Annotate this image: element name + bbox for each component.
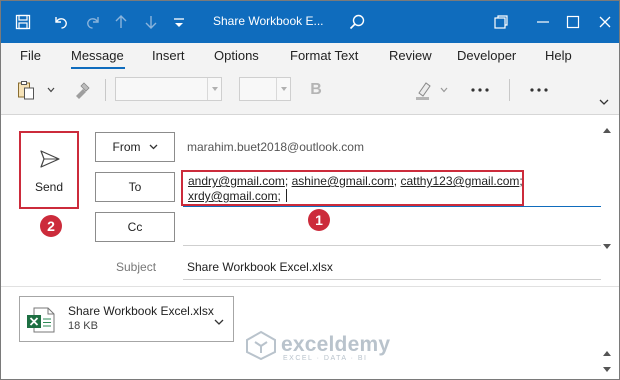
- exceldemy-logo-icon: [246, 330, 276, 360]
- body-scrollbar[interactable]: [598, 345, 618, 378]
- subject-field[interactable]: Share Workbook Excel.xlsx: [187, 260, 333, 274]
- scroll-up-icon[interactable]: [603, 128, 611, 133]
- to-field[interactable]: andry@gmail.com; ashine@gmail.com; catth…: [181, 170, 524, 206]
- window-title: Share Workbook E...: [213, 14, 324, 28]
- title-bar: Share Workbook E...: [1, 1, 619, 43]
- recipient-chip[interactable]: ashine@gmail.com: [292, 174, 394, 188]
- attachment-name: Share Workbook Excel.xlsx: [68, 304, 214, 318]
- tab-insert[interactable]: Insert: [152, 48, 185, 63]
- chevron-down-icon: [207, 78, 221, 100]
- recipient-line: xrdy@gmail.com;: [188, 189, 287, 203]
- chevron-down-icon: [149, 144, 157, 150]
- to-field-underline: [183, 206, 601, 207]
- send-icon: [39, 149, 61, 172]
- from-button[interactable]: From: [95, 132, 175, 162]
- chevron-down-icon[interactable]: [45, 83, 57, 97]
- paste-icon[interactable]: [15, 78, 37, 102]
- divider: [1, 286, 619, 287]
- from-label: From: [112, 140, 141, 154]
- collapse-icon[interactable]: [597, 96, 611, 108]
- watermark-tagline: EXCEL · DATA · BI: [283, 355, 368, 362]
- tab-file[interactable]: File: [20, 48, 41, 63]
- text-cursor: [285, 189, 287, 202]
- down-arrow-icon[interactable]: [139, 10, 163, 34]
- tab-review[interactable]: Review: [389, 48, 432, 63]
- highlight-icon[interactable]: [411, 78, 437, 102]
- recipient-line: andry@gmail.com; ashine@gmail.com; catth…: [188, 174, 523, 188]
- watermark-name: exceldemy: [281, 333, 391, 356]
- subject-underline: [183, 279, 601, 280]
- up-arrow-icon[interactable]: [109, 10, 133, 34]
- to-label: To: [128, 180, 142, 194]
- save-icon[interactable]: [11, 10, 35, 34]
- recipient-chip[interactable]: catthy123@gmail.com: [400, 174, 519, 188]
- ribbon: B: [1, 69, 619, 115]
- tab-format-text[interactable]: Format Text: [290, 48, 358, 63]
- step-marker-recipients: 1: [308, 209, 330, 231]
- cc-label: Cc: [127, 220, 143, 234]
- more-icon[interactable]: [528, 80, 550, 100]
- recipient-chip[interactable]: xrdy@gmail.com: [188, 189, 278, 203]
- recipient-chip[interactable]: andry@gmail.com: [188, 174, 285, 188]
- format-painter-icon[interactable]: [71, 79, 93, 101]
- send-label: Send: [34, 180, 64, 194]
- header-scrollbar[interactable]: [598, 124, 618, 254]
- redo-icon[interactable]: [81, 10, 105, 34]
- bold-icon[interactable]: B: [306, 79, 326, 101]
- ribbon-separator: [105, 79, 106, 101]
- ribbon-separator: [509, 79, 510, 101]
- watermark-logo: exceldemy EXCEL · DATA · BI: [245, 330, 391, 362]
- close-icon[interactable]: [593, 10, 617, 34]
- font-name-dropdown[interactable]: [115, 77, 222, 101]
- search-icon[interactable]: [345, 10, 369, 34]
- from-address: marahim.buet2018@outlook.com: [187, 140, 364, 154]
- tab-help[interactable]: Help: [545, 48, 572, 63]
- chevron-down-icon[interactable]: [439, 83, 449, 97]
- send-button[interactable]: Send: [19, 131, 79, 209]
- minimize-icon[interactable]: [531, 10, 555, 34]
- tab-developer[interactable]: Developer: [457, 48, 516, 63]
- restore-icon[interactable]: [489, 10, 513, 34]
- chevron-down-icon: [276, 78, 290, 100]
- customize-icon[interactable]: [167, 10, 191, 34]
- scroll-down-icon[interactable]: [603, 367, 611, 372]
- to-button[interactable]: To: [95, 172, 175, 202]
- undo-icon[interactable]: [49, 10, 73, 34]
- tab-message[interactable]: Message: [71, 48, 124, 63]
- attachment-size: 18 KB: [68, 320, 98, 332]
- scroll-down-icon[interactable]: [603, 244, 611, 249]
- attachment-card[interactable]: Share Workbook Excel.xlsx 18 KB: [19, 296, 234, 342]
- step-marker-send: 2: [40, 215, 62, 237]
- excel-file-icon: [26, 307, 56, 336]
- cc-button[interactable]: Cc: [95, 212, 175, 242]
- chevron-down-icon[interactable]: [214, 315, 224, 329]
- maximize-icon[interactable]: [561, 10, 585, 34]
- subject-label: Subject: [116, 260, 157, 274]
- more-icon[interactable]: [469, 80, 491, 100]
- tab-options[interactable]: Options: [214, 48, 259, 63]
- font-size-dropdown[interactable]: [239, 77, 291, 101]
- menu-bar: File Message Insert Options Format Text …: [1, 43, 619, 69]
- cc-field[interactable]: [183, 245, 601, 246]
- scroll-up-icon[interactable]: [603, 351, 611, 356]
